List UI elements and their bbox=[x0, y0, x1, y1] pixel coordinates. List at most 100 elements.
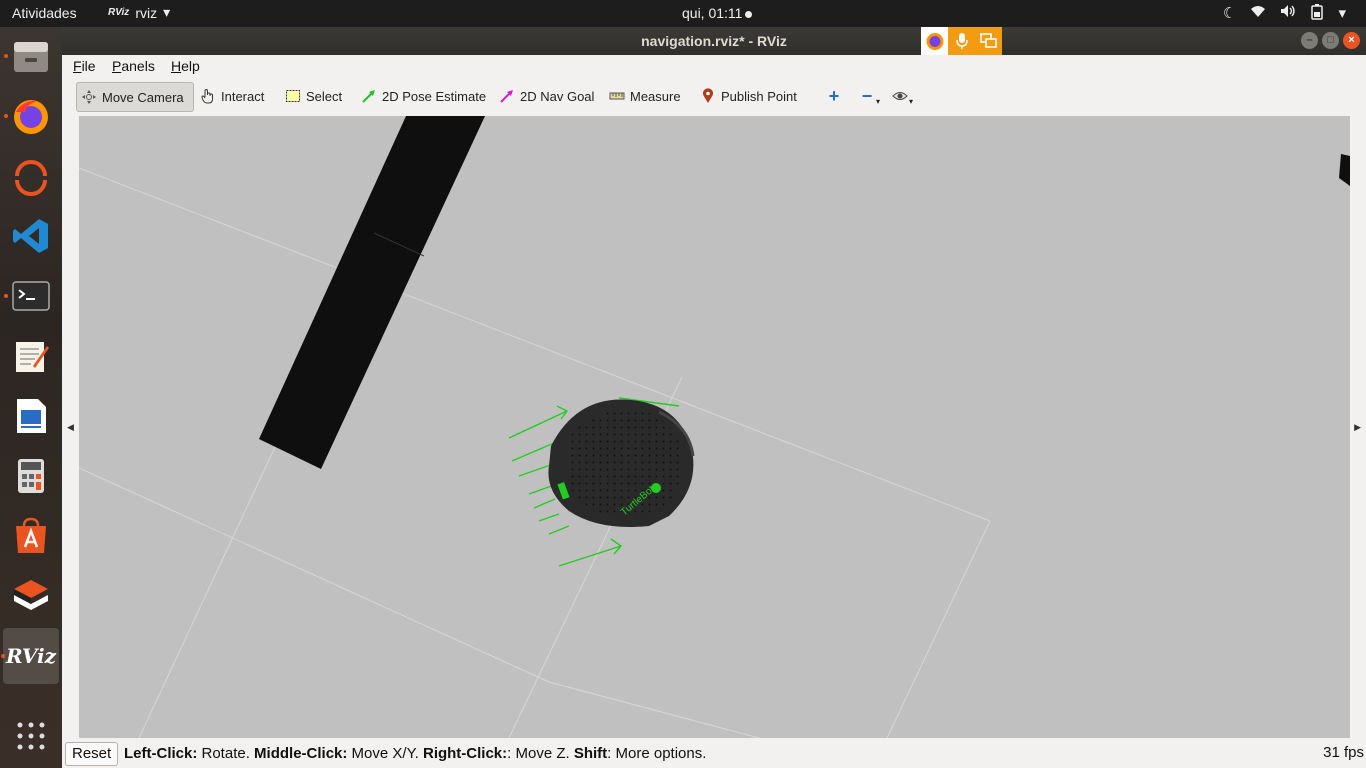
tool-visibility-button[interactable]: ▾ bbox=[888, 82, 917, 110]
system-tray[interactable]: ☾ ▾ bbox=[1223, 4, 1346, 24]
minus-icon: − bbox=[861, 85, 873, 106]
running-indicator bbox=[4, 114, 8, 118]
magenta-arrow-icon bbox=[499, 88, 515, 104]
mouse-hint: Left-Click: Rotate. Middle-Click: Move X… bbox=[124, 745, 706, 762]
hint-right-click-action: : Move Z. bbox=[507, 745, 574, 762]
tool-2d-nav-goal[interactable]: 2D Nav Goal bbox=[495, 82, 598, 110]
battery-icon bbox=[1310, 4, 1324, 24]
rviz-app-icon: RViz bbox=[108, 7, 130, 18]
maximize-button[interactable]: □ bbox=[1322, 32, 1339, 49]
window-title-bar[interactable]: navigation.rviz* - RViz – □ × bbox=[62, 27, 1366, 55]
grid bbox=[79, 167, 991, 738]
dock-calculator[interactable] bbox=[9, 454, 53, 498]
collapse-left-panel-icon[interactable]: ◀ bbox=[67, 422, 74, 433]
hint-right-click-key: Right-Click: bbox=[422, 745, 508, 762]
dock-vscode[interactable] bbox=[9, 214, 53, 258]
move-camera-icon bbox=[81, 89, 97, 105]
close-button[interactable]: × bbox=[1343, 32, 1360, 49]
text-editor-icon bbox=[16, 342, 49, 372]
title-bar-indicators bbox=[921, 27, 1002, 55]
dock-multipass[interactable] bbox=[9, 574, 53, 618]
hint-left-click-key: Left-Click: bbox=[124, 745, 198, 762]
hint-shift-key: Shift bbox=[573, 745, 608, 762]
dock-show-apps[interactable] bbox=[9, 714, 53, 758]
green-arrow-icon bbox=[361, 88, 377, 104]
microphone-icon bbox=[955, 33, 968, 49]
select-box-icon bbox=[285, 88, 301, 104]
reset-button[interactable]: Reset bbox=[65, 742, 119, 766]
dock: RViz bbox=[0, 27, 62, 768]
dock-firefox[interactable] bbox=[4, 94, 53, 138]
menu-file[interactable]: File bbox=[73, 58, 96, 74]
firefox-icon bbox=[14, 100, 48, 134]
tool-select-label: Select bbox=[306, 88, 343, 104]
hand-pointer-icon bbox=[200, 88, 216, 104]
volume-icon bbox=[1280, 4, 1296, 24]
3d-render-view[interactable]: TurtleBot bbox=[79, 116, 1350, 738]
running-indicator bbox=[4, 54, 8, 58]
running-indicator bbox=[4, 294, 8, 298]
dock-rviz[interactable]: RViz bbox=[1, 628, 59, 684]
chevron-down-icon: ▾ bbox=[1338, 5, 1346, 22]
rviz-icon: RViz bbox=[5, 644, 57, 668]
menu-help[interactable]: Help bbox=[171, 58, 200, 74]
tool-select[interactable]: Select bbox=[281, 82, 346, 110]
calculator-icon bbox=[18, 459, 44, 493]
app-grid-icon bbox=[17, 722, 45, 750]
dock-writer[interactable] bbox=[9, 394, 53, 438]
dock-software[interactable] bbox=[9, 514, 53, 558]
tool-publish-point[interactable]: Publish Point bbox=[696, 82, 801, 110]
microphone-indicator[interactable] bbox=[948, 27, 975, 55]
clock-label: qui, 01:11 bbox=[682, 5, 743, 21]
hint-middle-click-action: Move X/Y. bbox=[347, 745, 423, 762]
screen-share-indicator[interactable] bbox=[975, 27, 1002, 55]
collapse-right-panel-icon[interactable]: ▶ bbox=[1354, 422, 1361, 433]
dock-text-editor[interactable] bbox=[9, 334, 53, 378]
tool-measure[interactable]: Measure bbox=[605, 82, 685, 110]
tool-2d-nav-goal-label: 2D Nav Goal bbox=[520, 88, 595, 104]
terminal-icon bbox=[12, 281, 50, 311]
chevron-down-icon: ▾ bbox=[909, 96, 914, 106]
dock-updater[interactable] bbox=[9, 154, 53, 198]
chevron-down-icon: ▾ bbox=[876, 96, 881, 106]
activities-button[interactable]: Atividades bbox=[12, 5, 77, 21]
tool-2d-pose-estimate[interactable]: 2D Pose Estimate bbox=[357, 82, 490, 110]
scene-canvas: TurtleBot bbox=[79, 116, 1350, 738]
tool-measure-label: Measure bbox=[630, 88, 681, 104]
hint-middle-click-key: Middle-Click: bbox=[254, 745, 348, 762]
add-tool-button[interactable]: + bbox=[822, 82, 846, 110]
hint-shift-action: : More options. bbox=[607, 745, 707, 762]
minimize-button[interactable]: – bbox=[1301, 32, 1318, 49]
tool-publish-point-label: Publish Point bbox=[721, 88, 797, 104]
app-menu[interactable]: RViz rviz ▾ bbox=[108, 4, 170, 21]
map-wall bbox=[259, 116, 1350, 469]
running-indicator bbox=[1, 654, 5, 658]
dock-terminal[interactable] bbox=[4, 274, 53, 318]
menu-panels[interactable]: Panels bbox=[112, 58, 155, 74]
multipass-icon bbox=[14, 580, 48, 610]
app-menu-label: rviz bbox=[135, 4, 158, 21]
clock[interactable]: qui, 01:11 bbox=[682, 5, 753, 21]
tool-move-camera[interactable]: Move Camera bbox=[76, 82, 194, 112]
status-bar: Reset Left-Click: Rotate. Middle-Click: … bbox=[62, 739, 1366, 768]
tool-2d-pose-estimate-label: 2D Pose Estimate bbox=[382, 88, 487, 104]
ruler-icon bbox=[609, 88, 625, 104]
firefox-indicator[interactable] bbox=[921, 27, 948, 55]
night-light-icon: ☾ bbox=[1223, 5, 1237, 22]
chevron-down-icon: ▾ bbox=[163, 4, 171, 20]
vscode-icon bbox=[13, 219, 48, 253]
menu-bar: File Panels Help bbox=[62, 55, 1366, 77]
tool-move-camera-label: Move Camera bbox=[102, 89, 184, 105]
fps-counter: 31 fps bbox=[1323, 744, 1364, 761]
map-pin-icon bbox=[700, 88, 716, 104]
remove-tool-button[interactable]: − ▾ bbox=[855, 82, 884, 110]
window-controls: – □ × bbox=[1301, 32, 1360, 49]
tool-interact-label: Interact bbox=[221, 88, 265, 104]
tool-interact[interactable]: Interact bbox=[196, 82, 268, 110]
notification-dot-icon bbox=[745, 10, 753, 18]
turtlebot-model: TurtleBot bbox=[548, 399, 695, 527]
gnome-top-bar: Atividades RViz rviz ▾ qui, 01:11 ☾ ▾ bbox=[0, 0, 1366, 27]
hint-left-click-action: Rotate. bbox=[197, 745, 255, 762]
ubuntu-software-icon bbox=[16, 517, 46, 553]
dock-files[interactable] bbox=[4, 34, 53, 78]
